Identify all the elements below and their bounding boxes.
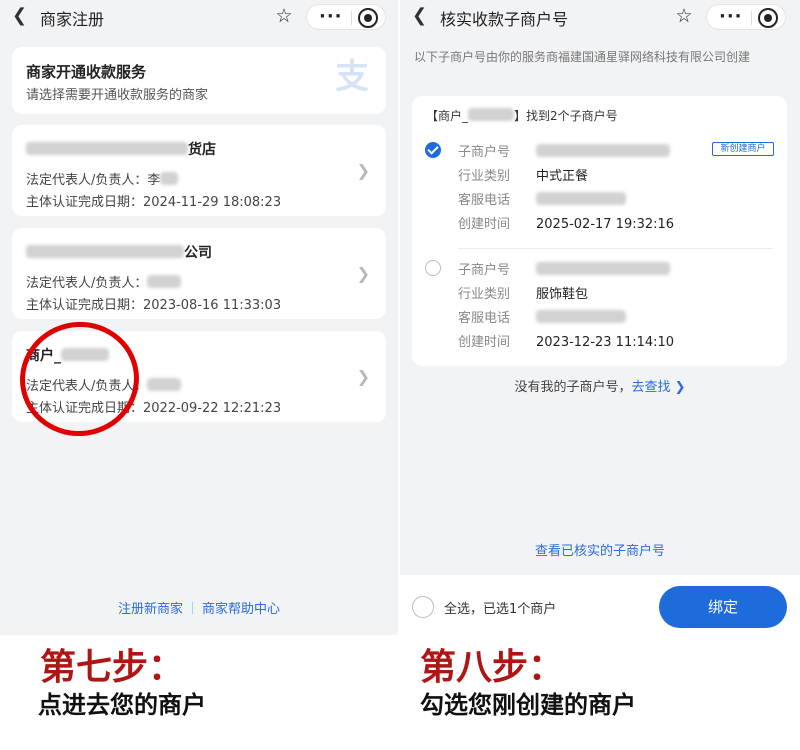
service-title: 商家开通收款服务 xyxy=(26,63,147,81)
submerchant-card: 【商户_ 】找到2个子商户号 子商户号 新创建商户 行业类别 中式正餐 客服电话 创… xyxy=(412,96,787,366)
close-miniapp-icon[interactable] xyxy=(758,8,778,28)
chevron-right-icon: ❯ xyxy=(356,367,370,386)
right-navbar: ❮ 核实收款子商户号 ☆ ··· xyxy=(400,0,800,34)
verify-submerchant-screen: ❮ 核实收款子商户号 ☆ ··· 以下子商户号由你的服务商福建国通星驿网络科技有… xyxy=(400,0,800,635)
select-all-label: 全选，已选1个商户 xyxy=(444,602,557,617)
row-industry: 行业类别 中式正餐 xyxy=(458,169,589,184)
row-phone: 客服电话 xyxy=(458,307,626,326)
capsule-divider xyxy=(351,11,352,25)
row-phone: 客服电话 xyxy=(458,189,626,208)
merchant-rep: 法定代表人/负责人： xyxy=(26,272,182,291)
capsule-divider xyxy=(751,11,752,25)
star-icon[interactable]: ☆ xyxy=(673,5,695,27)
find-link[interactable]: 去查找 ❯ xyxy=(631,380,685,395)
merchant-rep: 法定代表人/负责人：李 xyxy=(26,169,179,188)
bind-button[interactable]: 绑定 xyxy=(659,586,787,628)
intro-text: 以下子商户号由你的服务商福建国通星驿网络科技有限公司创建 xyxy=(414,50,751,64)
redacted-text xyxy=(160,172,179,185)
unchecked-checkbox-icon[interactable] xyxy=(425,260,441,276)
redacted-text xyxy=(468,108,515,121)
left-navbar: ❮ 商家注册 ☆ ··· xyxy=(0,0,398,34)
merchant-register-screen: ❮ 商家注册 ☆ ··· 商家开通收款服务 请选择需要开通收款服务的商家 支 货… xyxy=(0,0,398,635)
row-created: 创建时间 2025-02-17 19:32:16 xyxy=(458,217,675,232)
new-merchant-badge: 新创建商户 xyxy=(712,142,774,156)
redacted-text xyxy=(536,144,670,157)
view-verified-link[interactable]: 查看已核实的子商户号 xyxy=(400,540,800,559)
chevron-right-icon: ❯ xyxy=(356,264,370,283)
page-title: 商家注册 xyxy=(40,10,105,29)
miniapp-capsule: ··· xyxy=(306,4,386,30)
back-arrow-icon[interactable]: ❮ xyxy=(12,6,30,26)
redacted-text xyxy=(26,142,188,155)
merchant-card[interactable]: 货店 法定代表人/负责人：李 主体认证完成日期：2024-11-29 18:08… xyxy=(12,125,386,216)
redacted-text xyxy=(147,378,182,391)
step8-description: 勾选您刚创建的商户 xyxy=(420,691,636,719)
step7-description: 点进去您的商户 xyxy=(38,691,206,719)
redacted-text xyxy=(147,275,182,288)
redacted-text xyxy=(26,245,184,258)
service-card: 商家开通收款服务 请选择需要开通收款服务的商家 支 xyxy=(12,47,386,114)
step7-caption: 第七步： xyxy=(40,647,185,688)
merchant-name: 货店 xyxy=(26,139,216,159)
close-miniapp-icon[interactable] xyxy=(358,8,378,28)
service-subtitle: 请选择需要开通收款服务的商家 xyxy=(26,88,209,103)
row-sub-no: 子商户号 xyxy=(458,141,670,160)
help-center-link[interactable]: 商家帮助中心 xyxy=(202,602,280,617)
item-divider xyxy=(458,248,773,249)
star-icon[interactable]: ☆ xyxy=(273,5,295,27)
merchant-date: 主体认证完成日期：2024-11-29 18:08:23 xyxy=(26,195,282,210)
back-arrow-icon[interactable]: ❮ xyxy=(412,6,430,26)
found-header: 【商户_ 】找到2个子商户号 xyxy=(426,108,618,123)
chevron-right-icon: ❯ xyxy=(674,380,686,395)
merchant-date: 主体认证完成日期：2023-08-16 11:33:03 xyxy=(26,298,282,313)
merchant-card[interactable]: 公司 法定代表人/负责人： 主体认证完成日期：2023-08-16 11:33:… xyxy=(12,228,386,319)
more-icon[interactable]: ··· xyxy=(319,6,343,28)
page-title: 核实收款子商户号 xyxy=(440,10,569,29)
register-link[interactable]: 注册新商家 xyxy=(118,602,183,617)
row-sub-no: 子商户号 xyxy=(458,259,670,278)
merchant-name: 公司 xyxy=(26,242,212,262)
checked-checkbox-icon[interactable] xyxy=(425,142,441,158)
redacted-text xyxy=(536,192,626,205)
row-industry: 行业类别 服饰鞋包 xyxy=(458,287,589,302)
redacted-text xyxy=(536,262,670,275)
more-icon[interactable]: ··· xyxy=(719,6,743,28)
step8-caption: 第八步： xyxy=(420,647,565,688)
no-submerchant-row: 没有我的子商户号，去查找 ❯ xyxy=(514,380,686,395)
bottom-action-bar: 全选，已选1个商户 绑定 xyxy=(400,575,800,635)
chevron-right-icon: ❯ xyxy=(356,161,370,180)
tutorial-screenshot: ❮ 商家注册 ☆ ··· 商家开通收款服务 请选择需要开通收款服务的商家 支 货… xyxy=(0,0,800,750)
row-created: 创建时间 2023-12-23 11:14:10 xyxy=(458,335,675,350)
link-divider xyxy=(192,602,193,614)
footer-links: 注册新商家 商家帮助中心 xyxy=(0,598,398,617)
alipay-logo-icon: 支 xyxy=(335,57,369,97)
redacted-text xyxy=(536,310,626,323)
select-all-checkbox[interactable] xyxy=(412,596,434,618)
miniapp-capsule: ··· xyxy=(706,4,786,30)
